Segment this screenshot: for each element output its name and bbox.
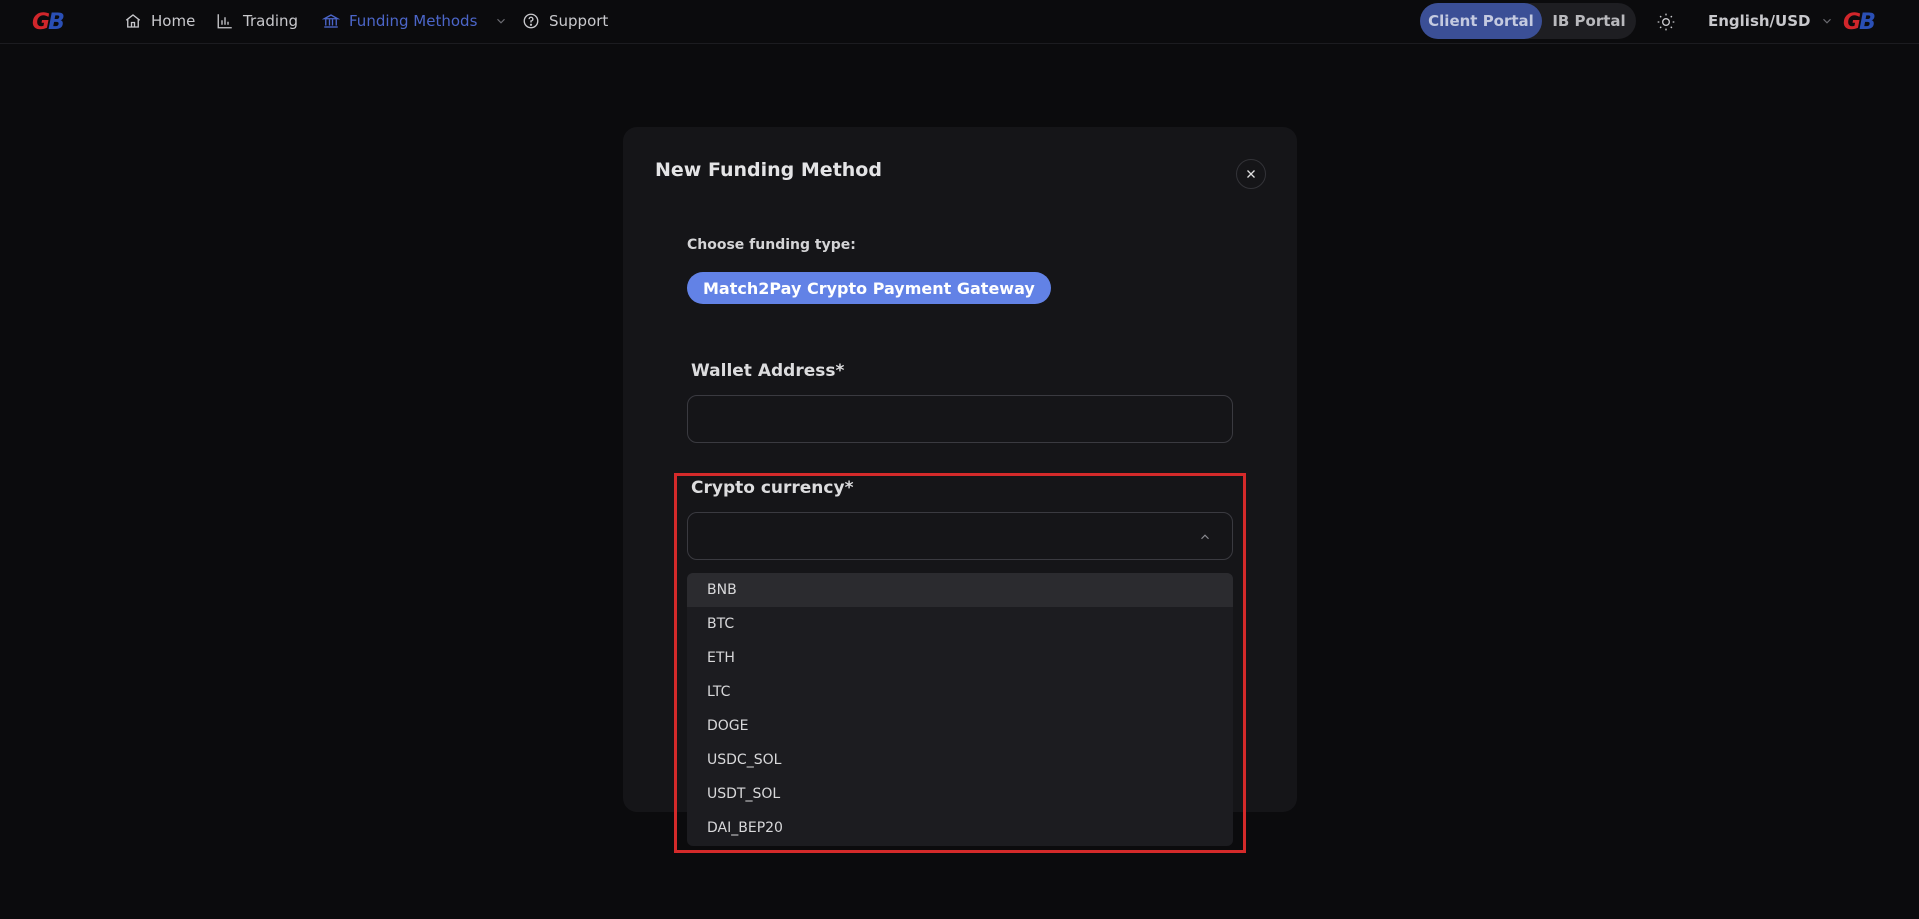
crypto-currency-dropdown: BNB BTC ETH LTC DOGE USDC_SOL USDT_SOL D…: [687, 573, 1233, 846]
crypto-currency-select[interactable]: [687, 512, 1233, 560]
theme-toggle-button[interactable]: [1654, 10, 1678, 34]
modal-title: New Funding Method: [655, 159, 882, 181]
chevron-down-icon: [1823, 18, 1832, 24]
logo-letter-b: B: [48, 9, 65, 35]
nav-label-trading: Trading: [243, 12, 299, 30]
nav-label-funding-methods: Funding Methods: [349, 12, 478, 30]
funding-type-label: Choose funding type:: [687, 237, 856, 253]
home-icon: [125, 14, 141, 28]
help-icon: [523, 13, 539, 29]
nav-item-funding-methods[interactable]: Funding Methods: [322, 10, 508, 32]
nav-label-support: Support: [549, 12, 609, 30]
client-portal-button[interactable]: Client Portal: [1420, 3, 1542, 39]
avatar-letter-b: B: [1859, 9, 1876, 35]
funding-type-option[interactable]: Match2Pay Crypto Payment Gateway: [687, 272, 1051, 304]
close-button[interactable]: [1236, 159, 1266, 189]
wallet-address-label: Wallet Address*: [691, 361, 845, 381]
ib-portal-button[interactable]: IB Portal: [1542, 3, 1636, 39]
brand-logo[interactable]: GB: [32, 9, 65, 35]
language-selector[interactable]: English/USD: [1708, 10, 1834, 32]
dropdown-option-dai-bep20[interactable]: DAI_BEP20: [687, 811, 1233, 845]
top-navigation-bar: GB Home Trading Funding Methods Support …: [0, 0, 1919, 44]
chevron-up-icon: [1201, 534, 1209, 540]
bank-icon: [322, 14, 340, 28]
dropdown-option-eth[interactable]: ETH: [687, 641, 1233, 675]
nav-item-trading[interactable]: Trading: [216, 10, 298, 32]
crypto-currency-label: Crypto currency*: [691, 478, 854, 498]
chart-icon: [217, 14, 232, 29]
wallet-address-field[interactable]: [687, 395, 1233, 443]
dropdown-option-btc[interactable]: BTC: [687, 607, 1233, 641]
dropdown-option-ltc[interactable]: LTC: [687, 675, 1233, 709]
avatar-letter-g: G: [1843, 9, 1861, 35]
dropdown-option-bnb[interactable]: BNB: [687, 573, 1233, 607]
nav-item-support[interactable]: Support: [522, 10, 608, 32]
nav-label-home: Home: [151, 12, 196, 30]
language-label: English/USD: [1708, 12, 1811, 30]
dropdown-option-usdc-sol[interactable]: USDC_SOL: [687, 743, 1233, 777]
dropdown-option-doge[interactable]: DOGE: [687, 709, 1233, 743]
dropdown-option-usdt-sol[interactable]: USDT_SOL: [687, 777, 1233, 811]
close-icon: [1247, 170, 1255, 178]
nav-item-home[interactable]: Home: [124, 10, 195, 32]
user-avatar[interactable]: GB: [1843, 9, 1876, 35]
logo-letter-g: G: [32, 9, 50, 35]
wallet-address-input[interactable]: [688, 396, 1232, 442]
chevron-down-icon[interactable]: [494, 14, 508, 28]
portal-switch: Client Portal IB Portal: [1420, 3, 1636, 39]
sun-icon: [1657, 13, 1675, 31]
